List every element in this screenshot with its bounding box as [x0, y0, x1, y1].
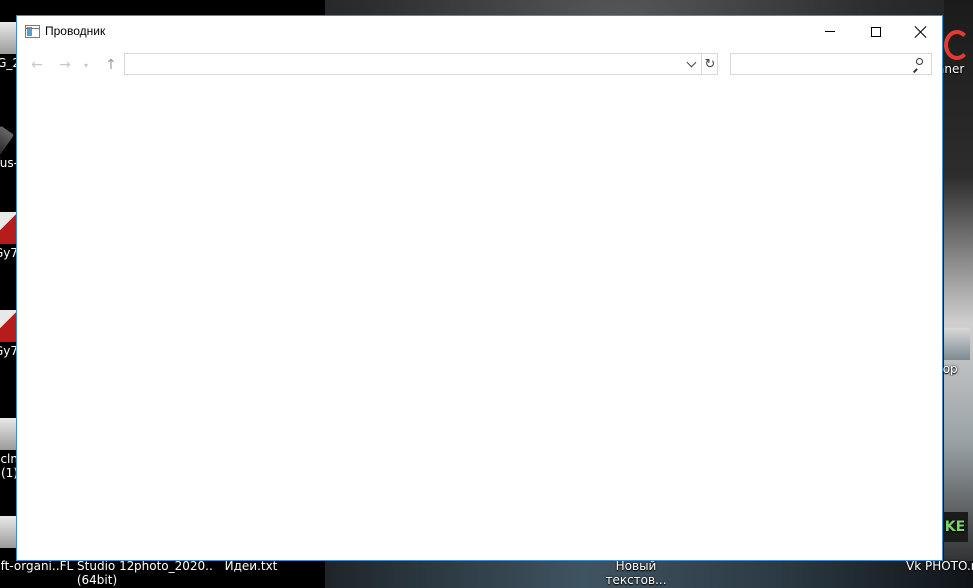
maximize-icon: [871, 26, 881, 37]
arrow-left-icon: ←: [31, 57, 43, 73]
wallpaper-edge-right: [944, 0, 973, 588]
explorer-app-icon: [25, 25, 40, 38]
desktop-icon-label: Идеи.txt: [224, 559, 278, 573]
file-view-area[interactable]: [17, 82, 942, 560]
desktop-icon[interactable]: Идеи.txt: [211, 559, 291, 573]
refresh-button[interactable]: ↻: [701, 54, 718, 74]
minimize-icon: [825, 31, 835, 32]
close-button[interactable]: [898, 16, 944, 47]
search-icon[interactable]: [911, 58, 923, 70]
desktop-icon[interactable]: photo_2020...: [134, 559, 214, 573]
desktop-icon-label: текстов...: [605, 573, 667, 587]
window-title: Проводник: [45, 24, 106, 38]
address-bar[interactable]: ↻: [124, 53, 718, 75]
desktop-icon[interactable]: FL Studio 12 (64bit): [57, 559, 137, 587]
arrow-up-icon: ↑: [105, 57, 117, 73]
app-icon: KE: [942, 512, 968, 542]
search-input[interactable]: [731, 54, 915, 74]
up-button[interactable]: ↑: [101, 54, 121, 76]
desktop-icon-label: (64bit): [76, 573, 118, 587]
chevron-down-icon: [686, 57, 696, 68]
address-history-dropdown[interactable]: [681, 54, 701, 74]
usb-drive-icon: [0, 125, 15, 157]
forward-button[interactable]: →: [55, 54, 75, 76]
chevron-down-icon: ▾: [83, 60, 88, 70]
title-bar[interactable]: Проводник: [17, 16, 942, 47]
desktop-icon-label: Vk PHOTO.ra: [906, 559, 973, 573]
ccleaner-icon: [944, 30, 970, 60]
maximize-button[interactable]: [853, 16, 899, 47]
recent-locations-button[interactable]: ▾: [80, 54, 92, 76]
desktop-icon-label: FL Studio 12: [59, 559, 135, 573]
search-box[interactable]: [730, 53, 932, 75]
explorer-window: Проводник ← → ▾ ↑ ↻: [16, 15, 943, 561]
refresh-icon: ↻: [704, 56, 716, 72]
desktop-icon[interactable]: Vk PHOTO.ra: [906, 559, 973, 573]
minimize-button[interactable]: [807, 16, 853, 47]
close-icon: [915, 26, 927, 38]
photo-file-icon: [944, 328, 970, 360]
desktop-icon-label: Новый: [615, 559, 657, 573]
arrow-right-icon: →: [59, 57, 71, 73]
address-input[interactable]: [125, 54, 697, 74]
desktop-icon-label: photo_2020...: [134, 559, 214, 573]
desktop-icon[interactable]: Новый текстов...: [596, 559, 676, 587]
back-button[interactable]: ←: [27, 54, 47, 76]
